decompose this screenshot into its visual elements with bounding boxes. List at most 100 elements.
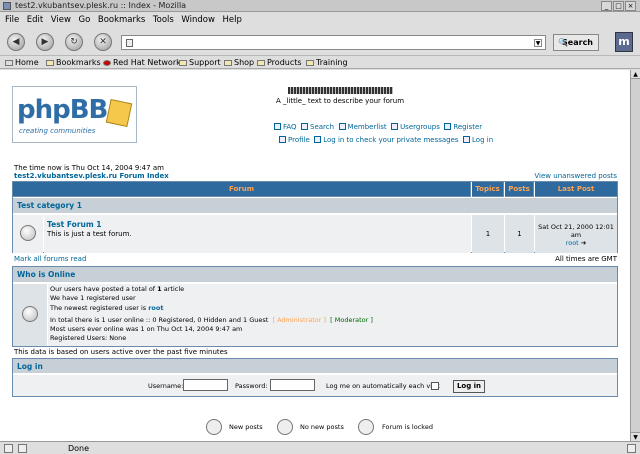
logo-tagline: creating communities [19,127,96,135]
who-is-online-title[interactable]: Who is Online [17,267,75,283]
last-post-column-header: Last Post [535,182,617,197]
stop-button[interactable]: ✕ [94,33,112,51]
mark-forums-read-link[interactable]: Mark all forums read [14,255,86,263]
profile-link[interactable]: Profile [279,136,310,144]
menu-window[interactable]: Window [181,13,215,27]
most-online-line: Most users ever online was 1 on Thu Oct … [50,325,243,333]
menu-tools[interactable]: Tools [153,13,174,27]
bookmark-support[interactable]: Support [179,56,221,69]
register-label: Register [453,123,483,131]
register-link[interactable]: Register [444,123,482,131]
memberlist-label: Memberlist [347,123,387,131]
browser-window: test2.vkubantsev.plesk.ru :: Index - Moz… [0,0,640,454]
lock-icon [627,444,636,453]
close-button[interactable]: × [625,1,636,11]
forum-link[interactable]: Test Forum 1 [47,220,102,229]
bookmark-label: Home [15,58,39,67]
bookmark-shop[interactable]: Shop [224,56,254,69]
page-icon [126,39,133,47]
login-panel: Log in Username: Password: Log me on aut… [12,358,618,397]
menu-edit[interactable]: Edit [27,13,43,27]
last-post-date: Sat Oct 21, 2000 12:01 am [538,223,614,239]
bookmark-home[interactable]: Home [5,56,39,69]
security-icon[interactable] [4,444,13,453]
folder-icon [306,60,314,66]
bookmark-bookmarks[interactable]: Bookmarks [46,56,101,69]
topics-column-header: Topics [472,182,504,197]
posts-column-header: Posts [505,182,534,197]
bookmark-red-hat-network[interactable]: Red Hat Network [103,56,181,69]
who-is-online-panel: Who is Online Our users have posted a to… [12,266,618,347]
phpbb-logo[interactable]: phpBB creating communities [12,86,137,143]
forum-table: Forum Topics Posts Last Post Test catego… [12,181,618,253]
current-time: The time now is Thu Oct 14, 2004 9:47 am [14,164,164,172]
folder-icon [179,60,187,66]
moderator-legend: [ Moderator ] [330,316,373,324]
faq-link[interactable]: FAQ [274,123,297,131]
menu-help[interactable]: Help [222,13,241,27]
bookmark-label: Training [316,58,348,67]
back-button[interactable]: ◀ [7,33,25,51]
home-icon [5,60,13,66]
total-posts-suffix: article [161,285,185,293]
newest-user-prefix: The newest registered user is [50,304,149,312]
search-button[interactable]: 🔍 Search [553,34,599,51]
mozilla-throbber-icon[interactable]: m [615,32,633,52]
scroll-up-icon[interactable]: ▲ [631,70,640,79]
login-link[interactable]: Log in [463,136,493,144]
minimize-button[interactable]: _ [601,1,612,11]
newest-user-line: The newest registered user is root [50,304,163,312]
usergroups-link[interactable]: Usergroups [391,123,440,131]
last-post-user-link[interactable]: root [566,239,579,247]
registered-users-line: We have 1 registered user [50,294,136,302]
search-icon: 🔍 [558,38,568,47]
auto-login-checkbox[interactable] [431,382,439,390]
category-link[interactable]: Test category 1 [17,198,82,214]
scroll-down-icon[interactable]: ▼ [631,432,640,441]
bookmark-training[interactable]: Training [306,56,348,69]
password-label: Password: [235,382,268,390]
url-dropdown-icon[interactable]: ▼ [534,39,542,47]
forum-name-cell: Test Forum 1 This is just a test forum. [44,215,471,253]
maximize-button[interactable]: □ [613,1,624,11]
menu-file[interactable]: File [5,13,19,27]
url-field[interactable]: ▼ [121,35,546,50]
menu-bookmarks[interactable]: Bookmarks [98,13,146,27]
bookmark-products[interactable]: Products [257,56,302,69]
unanswered-posts-link[interactable]: View unanswered posts [534,172,617,180]
online-users-icon [22,306,38,322]
status-bar: Done [0,441,640,454]
memberlist-link[interactable]: Memberlist [338,123,387,131]
newest-user-link[interactable]: root [148,304,163,312]
search-link[interactable]: Search [301,123,334,131]
header-nav-row2: Profile Log in to check your private mes… [279,136,493,144]
who-is-online-stats: Our users have posted a total of 1 artic… [48,284,617,346]
password-input[interactable] [270,379,315,391]
who-is-online-icon-cell [13,284,47,346]
private-messages-link[interactable]: Log in to check your private messages [314,136,459,144]
username-input[interactable] [183,379,228,391]
login-title[interactable]: Log in [17,359,43,374]
logo-cube-icon [105,98,133,128]
view-latest-post-icon[interactable]: ➔ [581,239,586,247]
forum-index-link[interactable]: test2.vkubantsev.plesk.ru Forum Index [14,172,169,180]
login-label: Log in [472,136,494,144]
forum-column-header: Forum [13,182,471,197]
online-status-icon[interactable] [18,444,27,453]
register-icon [444,123,452,130]
menu-go[interactable]: Go [79,13,91,27]
forward-button[interactable]: ▶ [36,33,54,51]
who-is-online-header: Who is Online [13,267,617,283]
redhat-icon [103,60,111,66]
message-icon [314,136,322,143]
page-content: phpBB creating communities A _little_ te… [0,70,630,441]
new-posts-icon [206,419,222,435]
logo-text: phpBB [17,95,108,125]
forum-locked-icon [358,419,374,435]
reload-button[interactable]: ↻ [65,33,83,51]
login-button[interactable]: Log in [453,380,485,393]
menu-view[interactable]: View [51,13,71,27]
vertical-scrollbar[interactable]: ▲ ▼ [630,70,640,441]
memberlist-icon [338,123,346,130]
login-form: Username: Password: Log me on automatica… [13,375,617,396]
